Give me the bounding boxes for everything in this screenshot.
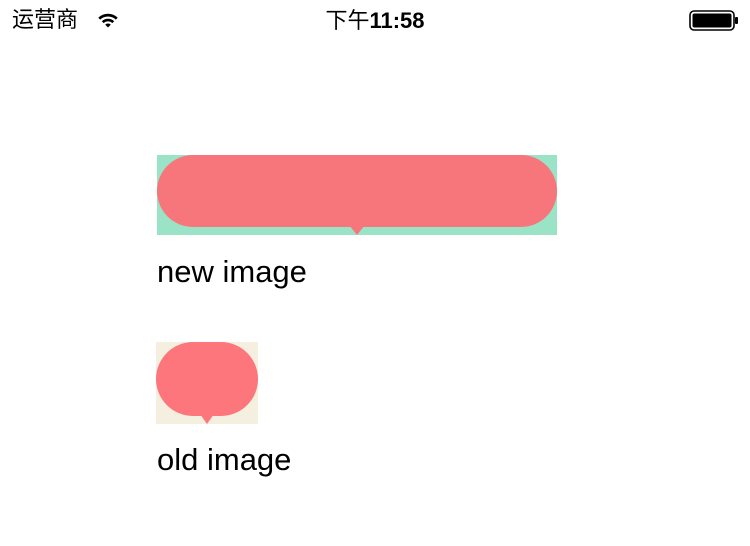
new-bubble-image — [157, 155, 557, 235]
old-bubble-image — [156, 342, 258, 424]
battery-full-icon — [689, 10, 739, 31]
new-image-caption: new image — [157, 254, 307, 289]
speech-bubble-icon — [157, 155, 557, 235]
time-period: 下午 — [325, 9, 370, 34]
old-image-caption: old image — [157, 442, 292, 477]
status-time: 下午11:58 — [0, 6, 750, 37]
clock-time: 11:58 — [369, 8, 425, 33]
status-bar: 运营商 下午11:58 — [0, 0, 750, 40]
